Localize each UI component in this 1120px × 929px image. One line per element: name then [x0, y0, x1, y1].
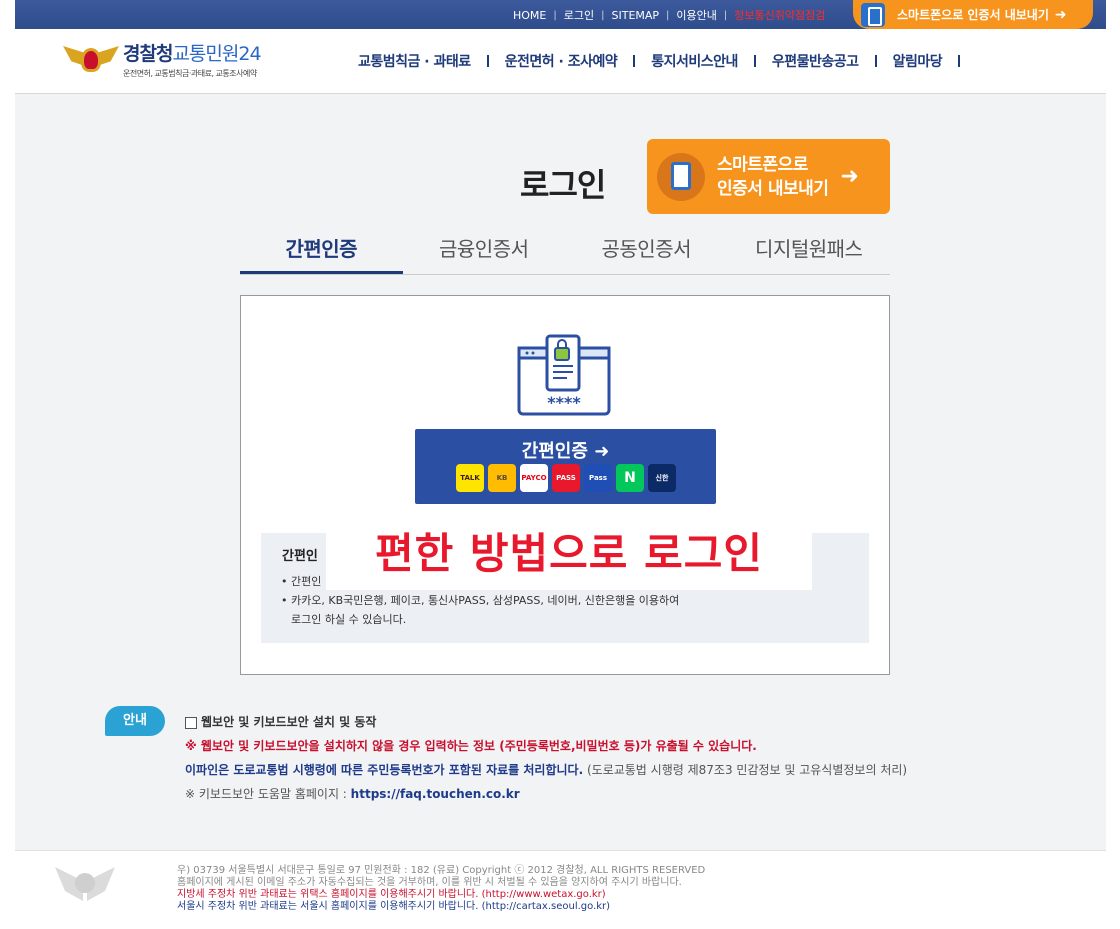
- export-cert-pill-button[interactable]: 스마트폰으로 인증서 내보내기 ➜: [853, 0, 1093, 29]
- footer-wetax-notice: 지방세 주정차 위반 과태료는 위택스 홈페이지를 이용해주시기 바랍니다. (…: [177, 889, 606, 900]
- tab-simple-auth[interactable]: 간편인증: [240, 230, 403, 274]
- top-utility-bar: HOME | 로그인 | SITEMAP | 이용안내 | 정보통신취약점점검 …: [15, 0, 1106, 29]
- nav-item-fines[interactable]: 교통범칙금 · 과태료: [358, 51, 471, 71]
- page-margin-left: [0, 0, 15, 929]
- svg-text:****: ****: [547, 393, 581, 412]
- overlay-caption: 편한 방법으로 로그인: [326, 518, 812, 590]
- keyboard-help-link[interactable]: https://faq.touchen.co.kr: [351, 787, 520, 801]
- simple-auth-button[interactable]: 간편인증 ➜ TALK KB PAYCO PASS Pass N 신한: [415, 429, 716, 504]
- security-check-link[interactable]: 정보통신취약점점검: [734, 7, 825, 23]
- footer-text: 우) 03739 서울특별시 서대문구 통일로 97 민원전화 : 182 (유…: [177, 865, 705, 913]
- provider-icons: TALK KB PAYCO PASS Pass N 신한: [456, 464, 680, 492]
- security-checkbox-row[interactable]: 웹보안 및 키보드보안 설치 및 동작: [185, 710, 907, 734]
- police-emblem-icon: [63, 40, 119, 78]
- export-cert-button[interactable]: 스마트폰으로 인증서 내보내기 ➜: [647, 139, 890, 214]
- security-checkbox-label: 웹보안 및 키보드보안 설치 및 동작: [201, 715, 377, 729]
- kb-bank-icon: KB: [488, 464, 516, 492]
- payco-icon: PAYCO: [520, 464, 548, 492]
- help-prefix: ※ 키보드보안 도움말 홈페이지 :: [185, 787, 347, 801]
- security-warning: ※ 웹보안 및 키보드보안을 설치하지 않을 경우 입력하는 정보 (주민등록번…: [185, 739, 757, 753]
- export-line-2: 인증서 내보내기: [717, 178, 829, 199]
- pass-icon: PASS: [552, 464, 580, 492]
- guide-link[interactable]: 이용안내: [676, 7, 716, 23]
- site-logo[interactable]: 경찰청교통민원24 운전면허, 교통범칙금·과태료, 교통조사예약: [63, 39, 262, 79]
- naver-icon: N: [616, 464, 644, 492]
- sitemap-link[interactable]: SITEMAP: [612, 9, 660, 22]
- page-margin-right: [1106, 0, 1120, 929]
- footer-email-policy: 홈페이지에 게시된 이메일 주소가 자동수집되는 것을 거부하며, 이를 위반 …: [177, 877, 682, 888]
- info-item: 로그인 하실 수 있습니다.: [291, 613, 407, 626]
- logo-subtitle: 운전면허, 교통범칙금·과태료, 교통조사예약: [123, 69, 257, 78]
- footer-seoul-notice: 서울시 주정차 위반 과태료는 서울시 홈페이지를 이용해주시기 바랍니다. (…: [177, 901, 611, 912]
- login-link[interactable]: 로그인: [564, 7, 594, 23]
- smartphone-icon: [657, 152, 705, 201]
- law-statement: 이파인은 도로교통법 시행령에 따른 주민등록번호가 포함된 자료를 처리합니다…: [185, 763, 584, 777]
- simple-auth-label: 간편인증: [521, 441, 588, 462]
- smartphone-icon: [861, 2, 885, 27]
- tab-financial-cert[interactable]: 금융인증서: [403, 230, 566, 274]
- arrow-right-icon: ➜: [840, 164, 859, 189]
- secure-document-icon: ****: [517, 334, 611, 416]
- law-note: (도로교통법 시행령 제87조3 민감정보 및 고유식별정보의 처리): [586, 763, 908, 777]
- nav-item-notice-service[interactable]: 통지서비스안내: [651, 51, 738, 71]
- info-title: 간편인: [282, 549, 318, 564]
- security-checkbox[interactable]: [185, 716, 197, 729]
- security-notice: 웹보안 및 키보드보안 설치 및 동작 ※ 웹보안 및 키보드보안을 설치하지 …: [185, 710, 907, 806]
- nav-item-license[interactable]: 운전면허 · 조사예약: [505, 51, 618, 71]
- export-pill-label: 스마트폰으로 인증서 내보내기: [897, 8, 1049, 22]
- notice-badge: 안내: [105, 706, 165, 736]
- main-navigation: 교통범칙금 · 과태료 운전면허 · 조사예약 통지서비스안내 우편물반송공고 …: [358, 51, 976, 71]
- shinhan-icon: 신한: [648, 464, 676, 492]
- tab-digital-onepass[interactable]: 디지털원패스: [728, 230, 891, 274]
- samsung-pass-icon: Pass: [584, 464, 612, 492]
- police-emblem-icon: [55, 867, 115, 901]
- utility-links: HOME | 로그인 | SITEMAP | 이용안내 | 정보통신취약점점검: [513, 7, 826, 23]
- footer-address: 우) 03739 서울특별시 서대문구 통일로 97 민원전화 : 182 (유…: [177, 865, 706, 876]
- export-line-1: 스마트폰으로: [717, 154, 808, 175]
- logo-title: 경찰청교통민원24: [123, 43, 262, 65]
- nav-item-announcements[interactable]: 알림마당: [893, 51, 943, 71]
- page-title: 로그인: [520, 166, 606, 204]
- login-panel: **** 간편인증 ➜ TALK KB PAYCO PASS Pass N 신한…: [240, 295, 890, 675]
- site-header: 경찰청교통민원24 운전면허, 교통범칙금·과태료, 교통조사예약 교통범칙금 …: [15, 29, 1106, 94]
- tab-joint-cert[interactable]: 공동인증서: [565, 230, 728, 274]
- site-footer: 우) 03739 서울특별시 서대문구 통일로 97 민원전화 : 182 (유…: [15, 850, 1106, 929]
- arrow-right-icon: ➜: [594, 441, 610, 462]
- home-link[interactable]: HOME: [513, 9, 546, 22]
- nav-item-returned-mail[interactable]: 우편물반송공고: [772, 51, 859, 71]
- arrow-right-icon: ➜: [1054, 6, 1067, 23]
- login-method-tabs: 간편인증 금융인증서 공동인증서 디지털원패스: [240, 230, 890, 275]
- kakao-icon: TALK: [456, 464, 484, 492]
- info-item: • 카카오, KB국민은행, 페이코, 통신사PASS, 삼성PASS, 네이버…: [281, 594, 680, 607]
